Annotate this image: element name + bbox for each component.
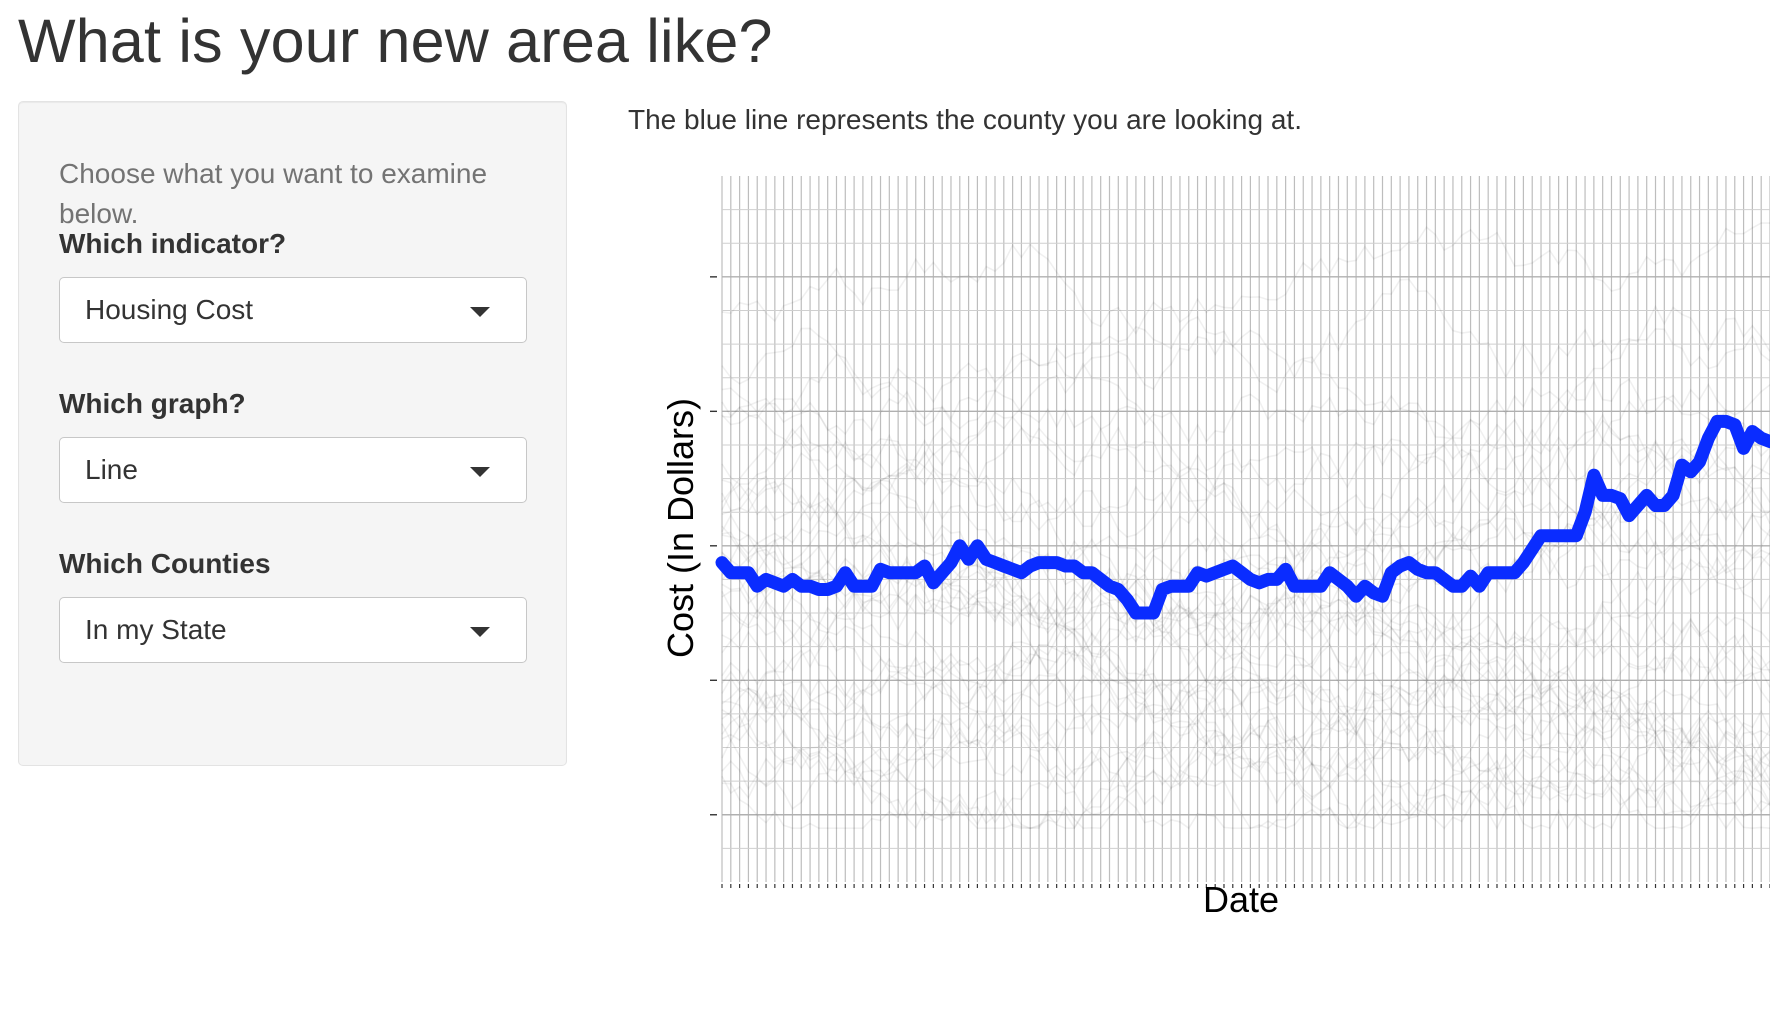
counties-selected-value: In my State [85,614,227,645]
counties-select[interactable]: In my State [59,597,527,663]
page-title: What is your new area like? [18,7,773,75]
sidebar-intro-text: Choose what you want to examine below. [59,158,488,229]
background-county-line [721,327,1770,444]
graph-label: Which graph? [59,388,246,419]
counties-label: Which Counties [59,548,271,579]
graph-selected-value: Line [85,454,138,485]
x-axis-title: Date [1203,879,1279,920]
background-county-line [721,335,1770,512]
background-county-line [721,523,1770,743]
indicator-label: Which indicator? [59,228,287,259]
indicator-selected-value: Housing Cost [85,294,254,325]
background-county-lines [721,222,1770,830]
sidebar-panel: Choose what you want to examine below. W… [18,101,567,766]
background-county-line [721,397,1770,578]
chart-caption: The blue line represents the county you … [628,104,1302,135]
y-axis-title: Cost (In Dollars) [660,398,701,658]
chevron-down-icon [470,307,490,317]
chevron-down-icon [470,467,490,477]
chevron-down-icon [470,627,490,637]
background-county-line [721,222,1770,335]
housing-cost-line-chart: Date Cost (In Dollars) [660,176,1770,920]
graph-select[interactable]: Line [59,437,527,503]
indicator-select[interactable]: Housing Cost [59,277,527,343]
